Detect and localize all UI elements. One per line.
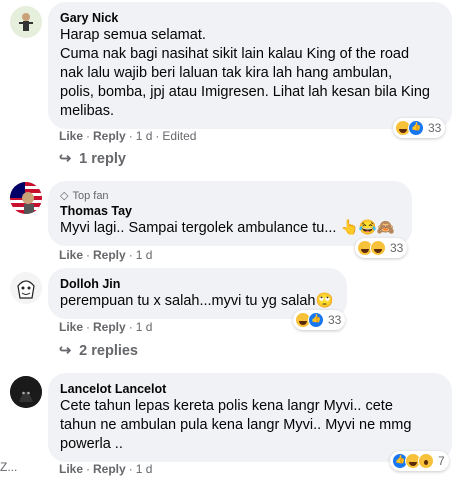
reaction-summary[interactable]: 7 — [390, 451, 449, 471]
reaction-count: 7 — [438, 454, 445, 468]
like-link[interactable]: Like — [59, 320, 83, 334]
truncated-edge-text: Z... — [0, 460, 18, 474]
avatar[interactable] — [10, 376, 42, 408]
like-reaction-icon — [308, 312, 324, 328]
reaction-count: 33 — [390, 241, 404, 255]
reaction-summary[interactable]: 33 — [293, 310, 346, 330]
edited-label: Edited — [162, 129, 197, 143]
reaction-summary[interactable]: 33 — [355, 238, 408, 258]
reply-link[interactable]: Reply — [93, 129, 126, 143]
comment-text: Cete tahun lepas kereta polis kena langr… — [60, 398, 412, 452]
comment-bubble: Gary Nick Harap semua selamat. Cuma nak … — [48, 2, 452, 129]
reply-arrow-icon: ↪ — [59, 151, 72, 167]
comment-author[interactable]: Lancelot Lancelot — [60, 381, 440, 397]
comment-actions: Like · Reply · 1 d — [59, 320, 153, 334]
reply-arrow-icon: ↪ — [59, 343, 72, 359]
like-link[interactable]: Like — [59, 462, 83, 476]
reaction-count: 33 — [328, 313, 342, 327]
reply-link[interactable]: Reply — [93, 248, 126, 262]
comment-text: Harap semua selamat. Cuma nak bagi nasih… — [60, 27, 430, 119]
timestamp[interactable]: 1 d — [136, 462, 153, 476]
avatar[interactable] — [10, 182, 42, 214]
like-link[interactable]: Like — [59, 248, 83, 262]
view-replies-link[interactable]: ↪ 2 replies — [59, 343, 138, 359]
timestamp[interactable]: 1 d — [136, 320, 153, 334]
comment-bubble: Lancelot Lancelot Cete tahun lepas keret… — [48, 373, 452, 462]
like-reaction-icon — [408, 120, 424, 136]
haha-reaction-icon — [370, 240, 386, 256]
comment-author[interactable]: Dolloh Jin — [60, 276, 335, 292]
view-replies-link[interactable]: ↪ 1 reply — [59, 151, 126, 167]
comment-author[interactable]: Gary Nick — [60, 10, 440, 26]
reaction-count: 33 — [428, 121, 442, 135]
wow-reaction-icon — [418, 453, 434, 469]
comment-actions: Like · Reply · 1 d — [59, 462, 153, 476]
top-fan-badge: ◇ Top fan — [60, 190, 109, 202]
avatar[interactable] — [10, 6, 42, 38]
avatar[interactable] — [10, 272, 42, 304]
comment-text: Myvi lagi.. Sampai tergolek ambulance tu… — [60, 220, 395, 236]
reply-link[interactable]: Reply — [93, 462, 126, 476]
timestamp[interactable]: 1 d — [136, 129, 153, 143]
reply-link[interactable]: Reply — [93, 320, 126, 334]
comment-text: perempuan tu x salah...myvi tu yg salah🙄 — [60, 293, 334, 309]
comment-bubble: ◇ Top fan Thomas Tay Myvi lagi.. Sampai … — [48, 181, 412, 246]
diamond-icon: ◇ — [60, 190, 69, 202]
like-link[interactable]: Like — [59, 129, 83, 143]
reaction-summary[interactable]: 33 — [393, 118, 446, 138]
comment-author[interactable]: Thomas Tay — [60, 203, 400, 219]
timestamp[interactable]: 1 d — [136, 248, 153, 262]
comment-actions: Like · Reply · 1 d — [59, 248, 153, 262]
comment-actions: Like · Reply · 1 d · Edited — [59, 129, 197, 143]
